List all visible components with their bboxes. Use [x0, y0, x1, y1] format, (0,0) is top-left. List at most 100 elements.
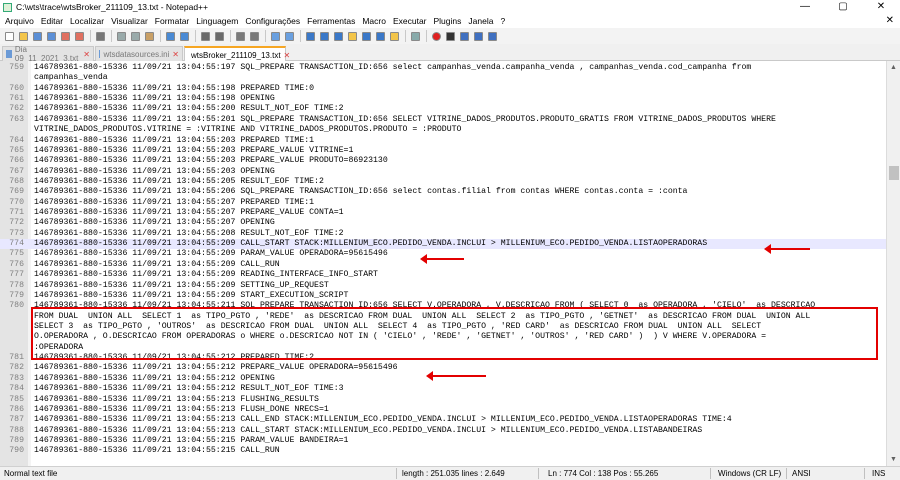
line-number: 789 [9, 435, 24, 445]
wrap-icon[interactable] [304, 30, 317, 43]
replace-icon[interactable] [213, 30, 226, 43]
close-document-button[interactable]: ✕ [886, 14, 894, 28]
menu-item-6[interactable]: Configurações [245, 16, 300, 26]
scroll-up-icon[interactable]: ▲ [887, 61, 900, 74]
text-line[interactable]: 760 146789361-880-15336 11/09/21 13:04:55… [0, 84, 886, 94]
text-line[interactable]: 771 146789361-880-15336 11/09/21 13:04:55… [0, 208, 886, 218]
status-file-type: Normal text file [4, 469, 58, 478]
text-line[interactable]: 759 146789361-880-15336 11/09/21 13:04:55… [0, 63, 886, 73]
text-line[interactable]: 763 146789361-880-15336 11/09/21 13:04:55… [0, 115, 886, 125]
text-line[interactable]: 778 146789361-880-15336 11/09/21 13:04:55… [0, 281, 886, 291]
close-button[interactable]: ✕ [862, 0, 900, 14]
menu-item-7[interactable]: Ferramentas [307, 16, 355, 26]
tab-close-icon[interactable]: ✕ [284, 51, 291, 60]
tab-close-icon[interactable]: ✕ [172, 50, 179, 59]
status-mode: INS [872, 469, 886, 478]
scroll-thumb[interactable] [889, 166, 899, 180]
line-number: 788 [9, 425, 24, 435]
text-line[interactable]: 777 146789361-880-15336 11/09/21 13:04:55… [0, 270, 886, 280]
text-line[interactable]: 776 146789361-880-15336 11/09/21 13:04:55… [0, 260, 886, 270]
zoom-in-icon[interactable] [234, 30, 247, 43]
line-number: 767 [9, 166, 24, 176]
menu-item-8[interactable]: Macro [362, 16, 386, 26]
folder-workspace-icon[interactable] [388, 30, 401, 43]
text-line[interactable]: 787 146789361-880-15336 11/09/21 13:04:55… [0, 415, 886, 425]
close-all-icon[interactable] [73, 30, 86, 43]
menu-item-3[interactable]: Visualizar [111, 16, 148, 26]
record-macro-icon[interactable] [430, 30, 443, 43]
menu-item-5[interactable]: Linguagem [196, 16, 238, 26]
menu-item-12[interactable]: ? [500, 16, 505, 26]
play-multi-icon[interactable] [472, 30, 485, 43]
tab-2[interactable]: wtsBroker_211109_13.txt ✕ [184, 46, 290, 62]
text-line[interactable]: 782 146789361-880-15336 11/09/21 13:04:55… [0, 363, 886, 373]
find-icon[interactable] [199, 30, 212, 43]
text-line[interactable]: 761 146789361-880-15336 11/09/21 13:04:55… [0, 94, 886, 104]
print-icon[interactable] [94, 30, 107, 43]
text-line[interactable]: 785 146789361-880-15336 11/09/21 13:04:55… [0, 395, 886, 405]
save-macro-icon[interactable] [486, 30, 499, 43]
undo-icon[interactable] [164, 30, 177, 43]
vertical-scrollbar[interactable]: ▲ ▼ [886, 61, 900, 466]
play-macro-icon[interactable] [458, 30, 471, 43]
text-line[interactable]: 768 146789361-880-15336 11/09/21 13:04:55… [0, 177, 886, 187]
menu-item-11[interactable]: Janela [468, 16, 493, 26]
text-line[interactable]: 790 146789361-880-15336 11/09/21 13:04:55… [0, 446, 886, 456]
sync-v-icon[interactable] [269, 30, 282, 43]
indent-guide-icon[interactable] [332, 30, 345, 43]
scroll-down-icon[interactable]: ▼ [887, 453, 900, 466]
text-line[interactable]: 766 146789361-880-15336 11/09/21 13:04:55… [0, 156, 886, 166]
menu-item-0[interactable]: Arquivo [5, 16, 34, 26]
close-icon[interactable] [59, 30, 72, 43]
text-line[interactable]: 765 146789361-880-15336 11/09/21 13:04:55… [0, 146, 886, 156]
show-all-icon[interactable] [318, 30, 331, 43]
line-number: 763 [9, 114, 24, 124]
tab-0[interactable]: Dia 09_11_2021_3.txt ✕ [2, 45, 94, 63]
text-line[interactable]: 779 146789361-880-15336 11/09/21 13:04:55… [0, 291, 886, 301]
text-line[interactable]: campanhas_venda [0, 73, 886, 83]
text-line[interactable]: 786 146789361-880-15336 11/09/21 13:04:55… [0, 405, 886, 415]
line-number: 790 [9, 446, 24, 456]
tab-close-icon[interactable]: ✕ [83, 50, 90, 59]
zoom-out-icon[interactable] [248, 30, 261, 43]
copy-icon[interactable] [129, 30, 142, 43]
save-icon[interactable] [31, 30, 44, 43]
udl-icon[interactable] [346, 30, 359, 43]
cut-icon[interactable] [115, 30, 128, 43]
editor[interactable]: 759 146789361-880-15336 11/09/21 13:04:55… [0, 61, 886, 466]
doc-map-icon[interactable] [360, 30, 373, 43]
line-text: 146789361-880-15336 11/09/21 13:04:55:20… [34, 156, 388, 166]
minimize-button[interactable]: — [786, 0, 824, 14]
open-file-icon[interactable] [17, 30, 30, 43]
text-line[interactable]: VITRINE_DADOS_PRODUTOS.VITRINE = :VITRIN… [0, 125, 886, 135]
text-line[interactable]: 773 146789361-880-15336 11/09/21 13:04:55… [0, 229, 886, 239]
tab-label: wtsBroker_211109_13.txt [191, 50, 281, 60]
menu-item-2[interactable]: Localizar [70, 16, 104, 26]
menu-item-9[interactable]: Executar [393, 16, 427, 26]
line-number: 774 [9, 239, 24, 249]
func-list-icon[interactable] [374, 30, 387, 43]
monitor-icon[interactable] [409, 30, 422, 43]
text-line[interactable]: 789 146789361-880-15336 11/09/21 13:04:55… [0, 436, 886, 446]
menu-item-1[interactable]: Editar [41, 16, 63, 26]
text-line[interactable]: 772 146789361-880-15336 11/09/21 13:04:55… [0, 218, 886, 228]
tab-1[interactable]: wtsdatasources.ini ✕ [95, 46, 183, 61]
save-all-icon[interactable] [45, 30, 58, 43]
stop-macro-icon[interactable] [444, 30, 457, 43]
text-line[interactable]: 770 146789361-880-15336 11/09/21 13:04:55… [0, 198, 886, 208]
text-line[interactable]: 769 146789361-880-15336 11/09/21 13:04:55… [0, 187, 886, 197]
menu-item-10[interactable]: Plugins [434, 16, 462, 26]
menu-item-4[interactable]: Formatar [155, 16, 189, 26]
text-line[interactable]: 774 146789361-880-15336 11/09/21 13:04:55… [0, 239, 886, 250]
text-line[interactable]: 788 146789361-880-15336 11/09/21 13:04:55… [0, 426, 886, 436]
text-line[interactable]: 764 146789361-880-15336 11/09/21 13:04:55… [0, 136, 886, 146]
text-line[interactable]: 784 146789361-880-15336 11/09/21 13:04:55… [0, 384, 886, 394]
text-line[interactable]: 762 146789361-880-15336 11/09/21 13:04:55… [0, 104, 886, 114]
status-eol: Windows (CR LF) [718, 469, 782, 478]
sync-h-icon[interactable] [283, 30, 296, 43]
text-line[interactable]: 767 146789361-880-15336 11/09/21 13:04:55… [0, 167, 886, 177]
redo-icon[interactable] [178, 30, 191, 43]
new-file-icon[interactable] [3, 30, 16, 43]
maximize-button[interactable]: ▢ [824, 0, 862, 14]
paste-icon[interactable] [143, 30, 156, 43]
